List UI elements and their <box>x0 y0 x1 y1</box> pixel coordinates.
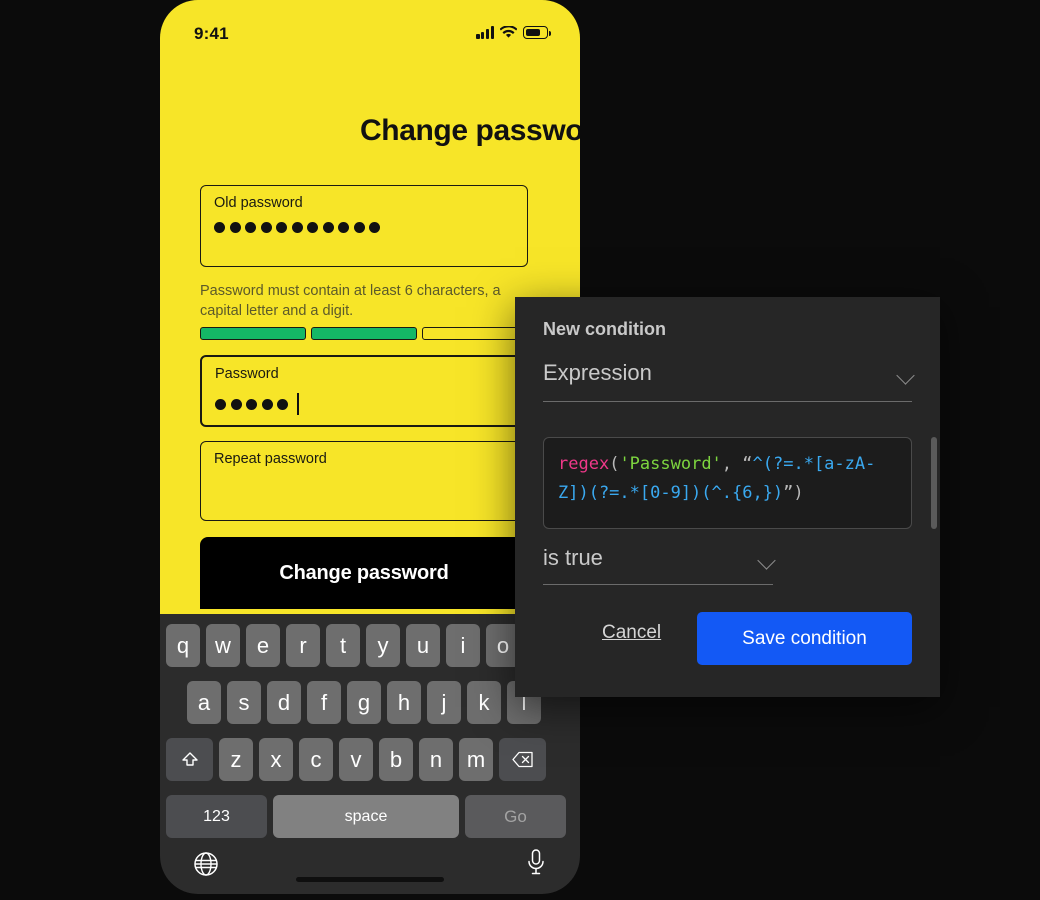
old-password-value <box>214 222 380 233</box>
condition-operator-value: is true <box>543 545 603 570</box>
keyboard-row-2: a s d f g h j k l <box>187 681 541 724</box>
numbers-key[interactable]: 123 <box>166 795 267 838</box>
key-m[interactable]: m <box>459 738 493 781</box>
expression-code-input[interactable]: regex('Password', “^(?=.*[a-zA-Z])(?=.*[… <box>543 437 912 529</box>
key-c[interactable]: c <box>299 738 333 781</box>
space-key[interactable]: space <box>273 795 459 838</box>
status-bar: 9:41 <box>160 22 580 54</box>
keyboard-bottom-bar <box>160 846 580 894</box>
code-token-punct: , <box>721 454 743 474</box>
code-token-punct: ( <box>609 454 620 474</box>
key-w[interactable]: w <box>206 624 240 667</box>
condition-type-select[interactable]: Expression <box>543 360 915 402</box>
old-password-field[interactable]: Old password <box>200 185 528 267</box>
keyboard-row-4: 123 space Go <box>166 795 566 838</box>
keyboard-row-1: q w e r t y u i o p <box>166 624 560 667</box>
status-bar-icons <box>476 26 551 39</box>
new-password-label: Password <box>215 366 279 382</box>
key-u[interactable]: u <box>406 624 440 667</box>
key-r[interactable]: r <box>286 624 320 667</box>
go-key[interactable]: Go <box>465 795 566 838</box>
code-token-function: regex <box>558 454 610 474</box>
status-bar-time: 9:41 <box>194 24 229 43</box>
expression-scrollbar[interactable] <box>931 437 937 529</box>
modal-title: New condition <box>543 319 666 339</box>
save-condition-button[interactable]: Save condition <box>697 612 912 665</box>
password-strength-meter <box>200 327 528 340</box>
key-k[interactable]: k <box>467 681 501 724</box>
signal-bars-icon <box>476 26 494 39</box>
microphone-icon[interactable] <box>524 848 548 883</box>
code-token-quote-open: “ <box>742 454 753 474</box>
key-e[interactable]: e <box>246 624 280 667</box>
screenshot-root: 9:41 Change password Old password <box>0 0 1040 900</box>
code-token-quote-close: ” <box>783 483 794 503</box>
code-token-string: 'Password' <box>619 454 722 474</box>
chevron-down-icon <box>896 366 915 385</box>
globe-icon[interactable] <box>192 850 220 883</box>
key-g[interactable]: g <box>347 681 381 724</box>
condition-operator-select[interactable]: is true <box>543 545 776 585</box>
key-f[interactable]: f <box>307 681 341 724</box>
password-helper-text: Password must contain at least 6 charact… <box>200 283 501 319</box>
key-z[interactable]: z <box>219 738 253 781</box>
key-t[interactable]: t <box>326 624 360 667</box>
strength-segment <box>200 327 306 340</box>
key-v[interactable]: v <box>339 738 373 781</box>
keyboard-row-3: z x c v b n m <box>166 738 546 781</box>
condition-type-value: Expression <box>543 360 652 385</box>
battery-icon <box>523 26 551 39</box>
new-password-value <box>215 393 299 415</box>
key-q[interactable]: q <box>166 624 200 667</box>
new-password-field[interactable]: Password <box>200 355 528 427</box>
key-s[interactable]: s <box>227 681 261 724</box>
key-i[interactable]: i <box>446 624 480 667</box>
key-h[interactable]: h <box>387 681 421 724</box>
key-a[interactable]: a <box>187 681 221 724</box>
page-title: Change password <box>360 114 580 147</box>
cancel-button[interactable]: Cancel <box>602 622 661 644</box>
key-n[interactable]: n <box>419 738 453 781</box>
key-x[interactable]: x <box>259 738 293 781</box>
home-indicator <box>296 877 444 882</box>
strength-segment <box>311 327 417 340</box>
repeat-password-field[interactable]: Repeat password <box>200 441 528 521</box>
key-y[interactable]: y <box>366 624 400 667</box>
key-b[interactable]: b <box>379 738 413 781</box>
key-d[interactable]: d <box>267 681 301 724</box>
old-password-label: Old password <box>214 195 303 211</box>
text-caret <box>296 393 299 415</box>
chevron-down-icon <box>757 551 776 570</box>
new-condition-modal: New condition Expression regex('Password… <box>515 297 940 697</box>
shift-icon[interactable] <box>166 738 213 781</box>
strength-segment <box>422 327 528 340</box>
repeat-password-label: Repeat password <box>214 451 327 467</box>
key-j[interactable]: j <box>427 681 461 724</box>
code-token-punct: ) <box>793 483 804 503</box>
backspace-icon[interactable] <box>499 738 546 781</box>
wifi-icon <box>500 26 517 38</box>
change-password-button[interactable]: Change password <box>200 537 528 609</box>
